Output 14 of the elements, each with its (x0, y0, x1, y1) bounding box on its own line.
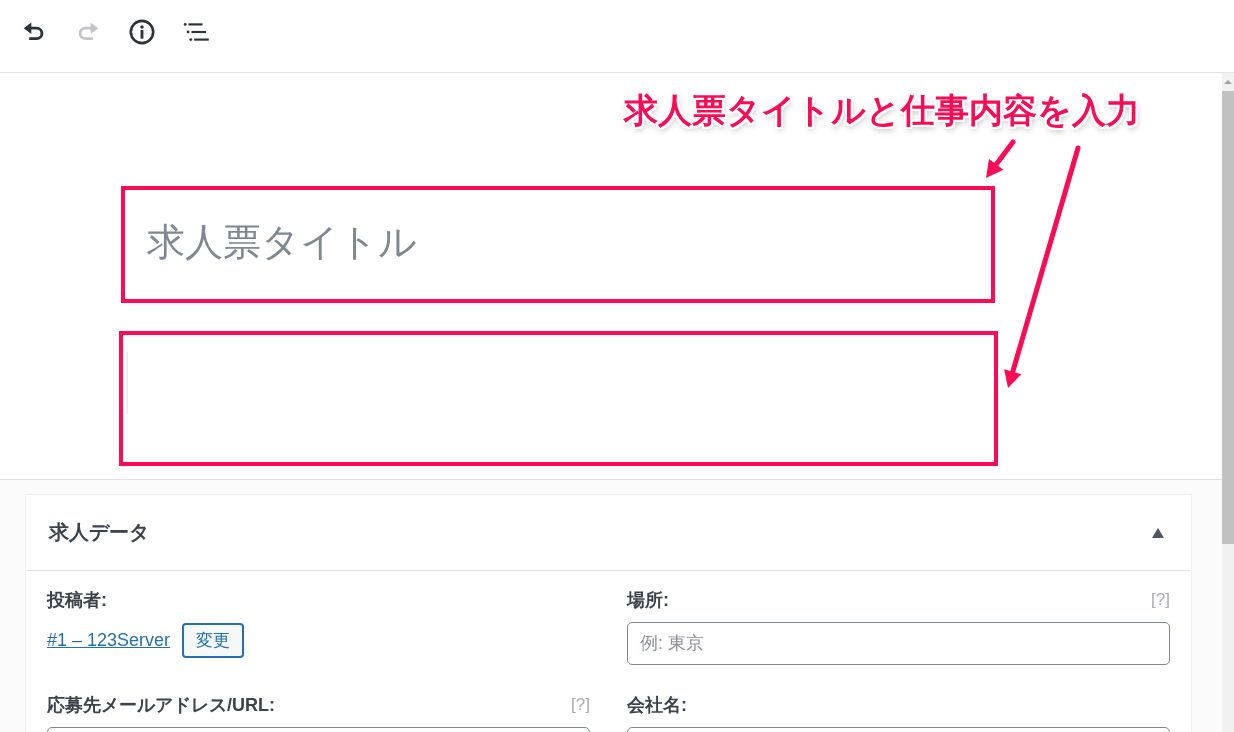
field-label: 応募先メールアドレス/URL: (47, 694, 275, 717)
scrollbar-thumb[interactable] (1222, 91, 1234, 544)
caret-up-icon[interactable] (1152, 527, 1164, 538)
scrollbar[interactable] (1222, 73, 1234, 732)
panel-title: 求人データ (49, 520, 149, 545)
field-label: 会社名: (627, 694, 687, 717)
field-label: 場所: (627, 589, 669, 612)
change-button[interactable]: 変更 (182, 623, 245, 658)
callout-text: 求人票タイトルと仕事内容を入力 (624, 90, 1140, 131)
info-icon[interactable] (129, 19, 155, 45)
author-link[interactable]: #1 – 123Server (47, 630, 171, 651)
field-label: 投稿者: (47, 589, 107, 612)
text-field[interactable]: 例: 東京 (627, 622, 1170, 665)
title-field[interactable]: 求人票タイトル (125, 190, 991, 299)
